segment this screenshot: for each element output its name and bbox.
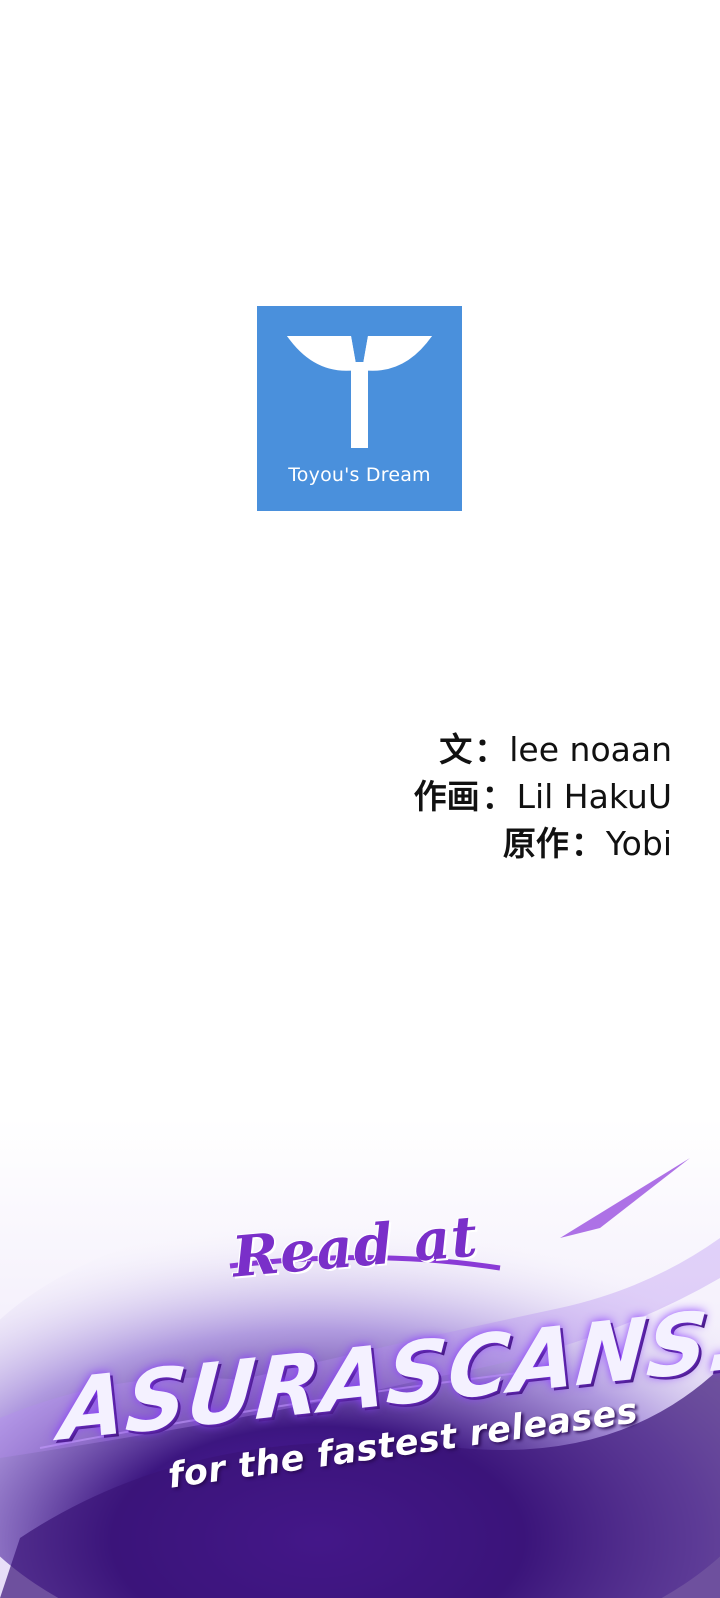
credit-separator: ： xyxy=(481,777,515,816)
credit-separator: ： xyxy=(474,730,508,769)
credit-value: Lil HakuU xyxy=(516,777,672,816)
promo-banner: Read at ASURASCANS.COM for the fastest r… xyxy=(0,1118,720,1598)
credits: 文：lee noaan 作画：Lil HakuU 原作：Yobi xyxy=(414,726,672,867)
credit-writer: 文：lee noaan xyxy=(414,726,672,773)
chapter-page: Toyou's Dream 文：lee noaan 作画：Lil HakuU 原… xyxy=(0,0,720,1598)
credit-label: 文 xyxy=(439,730,473,769)
publisher-logo: Toyou's Dream xyxy=(257,306,462,511)
credit-value: Yobi xyxy=(605,824,672,863)
credit-original: 原作：Yobi xyxy=(414,820,672,867)
credit-label: 原作 xyxy=(502,824,569,863)
brand-name: Toyou's Dream xyxy=(288,464,431,486)
credit-separator: ： xyxy=(570,824,604,863)
credit-artist: 作画：Lil HakuU xyxy=(414,773,672,820)
credit-label: 作画 xyxy=(413,777,480,816)
credit-value: lee noaan xyxy=(509,730,672,769)
